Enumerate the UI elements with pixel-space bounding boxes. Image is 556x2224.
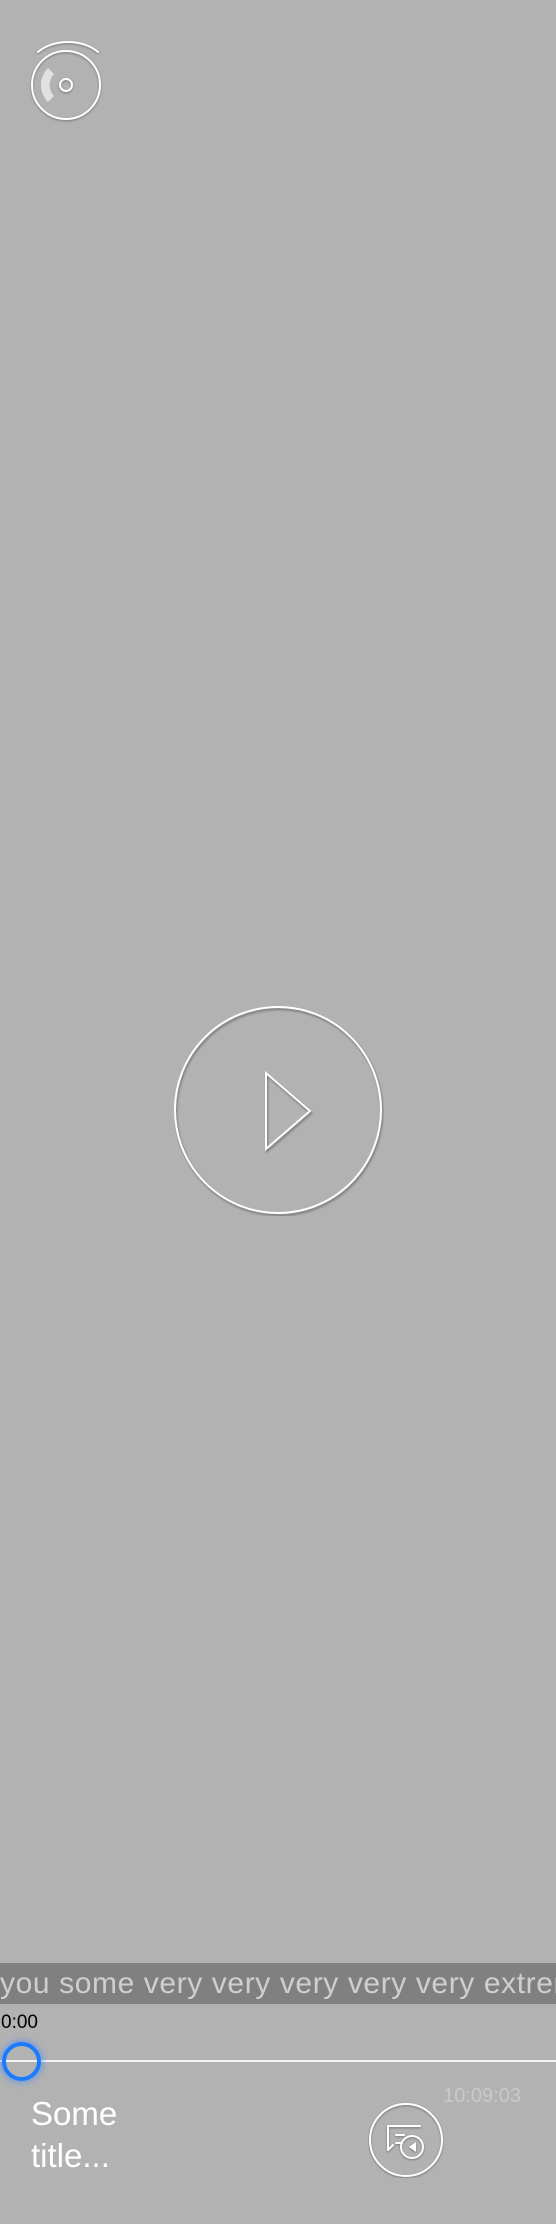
media-title: Some title... <box>31 2095 118 2174</box>
playlist-play-icon <box>369 2103 443 2177</box>
progress-track[interactable] <box>0 2060 556 2062</box>
player-screen: you some very very very very very extrem… <box>0 0 556 2224</box>
cast-disc-icon <box>31 40 101 120</box>
total-time: 10:09:03 <box>443 2085 521 2107</box>
caption-text: you some very very very very very extrem… <box>0 1967 556 2000</box>
play-icon <box>174 1006 382 1214</box>
progress-thumb[interactable] <box>2 2042 41 2081</box>
playlist-button[interactable] <box>368 2102 444 2178</box>
play-button[interactable] <box>174 1006 384 1216</box>
caption-marquee: you some very very very very very extrem… <box>0 1963 556 2004</box>
cast-button[interactable] <box>28 38 104 124</box>
current-time: 0:00 <box>1 2012 38 2033</box>
